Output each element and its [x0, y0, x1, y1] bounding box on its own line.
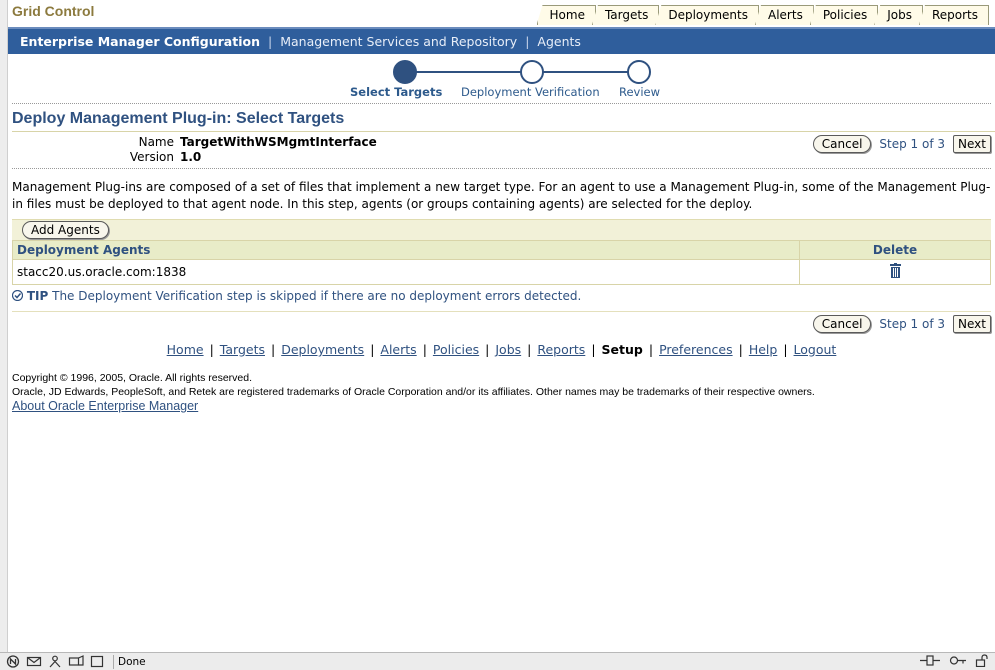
- subnav-mgmt-services[interactable]: Management Services and Repository: [280, 34, 517, 49]
- table-row: stacc20.us.oracle.com:1838: [12, 259, 991, 285]
- tab-reports[interactable]: Reports: [918, 5, 989, 25]
- page-icon[interactable]: [89, 655, 105, 668]
- step-current-marker: [393, 60, 417, 84]
- col-header-agents: Deployment Agents: [12, 240, 800, 260]
- delete-cell: [799, 259, 991, 285]
- next-button-bottom[interactable]: Next: [953, 315, 991, 333]
- footer-link-deployments[interactable]: Deployments: [281, 342, 364, 357]
- tab-targets[interactable]: Targets: [591, 5, 660, 25]
- tip-text: The Deployment Verification step is skip…: [52, 289, 582, 303]
- page: Grid Control Home Targets Deployments Al…: [8, 0, 995, 652]
- step-marker: [520, 60, 544, 84]
- footer-link-targets[interactable]: Targets: [220, 342, 265, 357]
- page-title: Deploy Management Plug-in: Select Target…: [12, 110, 995, 132]
- step-indicator: Step 1 of 3: [879, 137, 946, 151]
- sub-navigation: Enterprise Manager Configuration | Manag…: [8, 27, 995, 54]
- subnav-agents[interactable]: Agents: [537, 34, 581, 49]
- step-marker: [627, 60, 651, 84]
- cancel-button-bottom[interactable]: Cancel: [812, 315, 872, 333]
- train-step-deployment-verification[interactable]: Deployment Verification: [461, 85, 600, 99]
- about-link[interactable]: About Oracle Enterprise Manager: [12, 399, 198, 413]
- subnav-em-config[interactable]: Enterprise Manager Configuration: [20, 34, 260, 49]
- address-book-icon[interactable]: [47, 655, 63, 668]
- tip: TIP The Deployment Verification step is …: [11, 289, 995, 303]
- trash-icon[interactable]: [889, 263, 902, 278]
- browser-status-bar: Done: [0, 652, 995, 670]
- step-train: Select Targets Deployment Verification R…: [8, 54, 995, 103]
- version-value: 1.0: [180, 150, 202, 164]
- divider: [12, 168, 991, 169]
- brand-title: Grid Control: [12, 3, 95, 19]
- name-value: TargetWithWSMgmtInterface: [180, 135, 377, 149]
- top-step-actions: Cancel Step 1 of 3 Next: [812, 135, 991, 153]
- bottom-step-actions: Cancel Step 1 of 3 Next: [812, 315, 991, 333]
- tab-home[interactable]: Home: [536, 5, 596, 25]
- copyright-block: Copyright © 1996, 2005, Oracle. All righ…: [12, 371, 995, 414]
- agent-cell: stacc20.us.oracle.com:1838: [12, 259, 800, 285]
- bottom-step-bar: Cancel Step 1 of 3 Next: [8, 312, 995, 334]
- name-label: Name: [138, 135, 174, 149]
- copyright-text: Copyright © 1996, 2005, Oracle. All righ…: [12, 372, 253, 384]
- mail-icon[interactable]: [26, 655, 42, 668]
- step-indicator-bottom: Step 1 of 3: [879, 317, 946, 331]
- col-header-delete: Delete: [799, 240, 991, 260]
- status-text: Done: [113, 654, 698, 669]
- left-scroll-edge: [0, 0, 8, 652]
- connection-icon: [920, 655, 940, 666]
- footer-link-logout[interactable]: Logout: [794, 342, 837, 357]
- description: Management Plug-ins are composed of a se…: [12, 180, 991, 211]
- footer-link-alerts[interactable]: Alerts: [380, 342, 416, 357]
- status-right-icons: [919, 654, 989, 667]
- train-step-select-targets: Select Targets: [350, 85, 443, 99]
- footer-links: Home | Targets | Deployments | Alerts | Policies…: [166, 342, 837, 357]
- add-agents-button[interactable]: Add Agents: [22, 221, 109, 239]
- navigator-icon[interactable]: [5, 655, 21, 668]
- name-row: Name TargetWithWSMgmtInterface: [104, 135, 377, 149]
- tab-alerts[interactable]: Alerts: [755, 5, 814, 25]
- footer-link-home[interactable]: Home: [167, 342, 204, 357]
- tab-jobs[interactable]: Jobs: [874, 5, 923, 25]
- tip-label: TIP: [26, 289, 49, 303]
- footer-link-reports[interactable]: Reports: [537, 342, 585, 357]
- global-header: Grid Control Home Targets Deployments Al…: [8, 0, 995, 27]
- footer-link-setup: Setup: [601, 342, 643, 357]
- version-row: Version 1.0: [104, 150, 201, 164]
- tab-deployments[interactable]: Deployments: [655, 5, 759, 25]
- agents-table: Deployment Agents Delete stacc20.us.orac…: [12, 240, 991, 285]
- global-tabs: Home Targets Deployments Alerts Policies…: [536, 5, 989, 25]
- footer-link-jobs[interactable]: Jobs: [495, 342, 521, 357]
- checkmark-icon: [11, 289, 24, 302]
- footer-link-help[interactable]: Help: [749, 342, 778, 357]
- next-button[interactable]: Next: [953, 135, 991, 153]
- footer-link-policies[interactable]: Policies: [433, 342, 479, 357]
- divider: [12, 103, 991, 104]
- subnav-separator: |: [525, 34, 530, 49]
- footer-link-preferences[interactable]: Preferences: [659, 342, 733, 357]
- lock-icon: [975, 654, 988, 667]
- composer-icon[interactable]: [68, 655, 84, 668]
- cancel-button[interactable]: Cancel: [812, 135, 872, 153]
- subnav-separator: |: [268, 34, 273, 49]
- target-info: Name TargetWithWSMgmtInterface Version 1.0…: [8, 132, 995, 168]
- trademark-text: Oracle, JD Edwards, PeopleSoft, and Rete…: [12, 386, 815, 398]
- train-step-review[interactable]: Review: [619, 85, 660, 99]
- security-key-icon: [949, 656, 966, 665]
- tab-policies[interactable]: Policies: [809, 5, 879, 25]
- version-label: Version: [129, 150, 174, 164]
- table-toolbar: Add Agents: [12, 219, 991, 240]
